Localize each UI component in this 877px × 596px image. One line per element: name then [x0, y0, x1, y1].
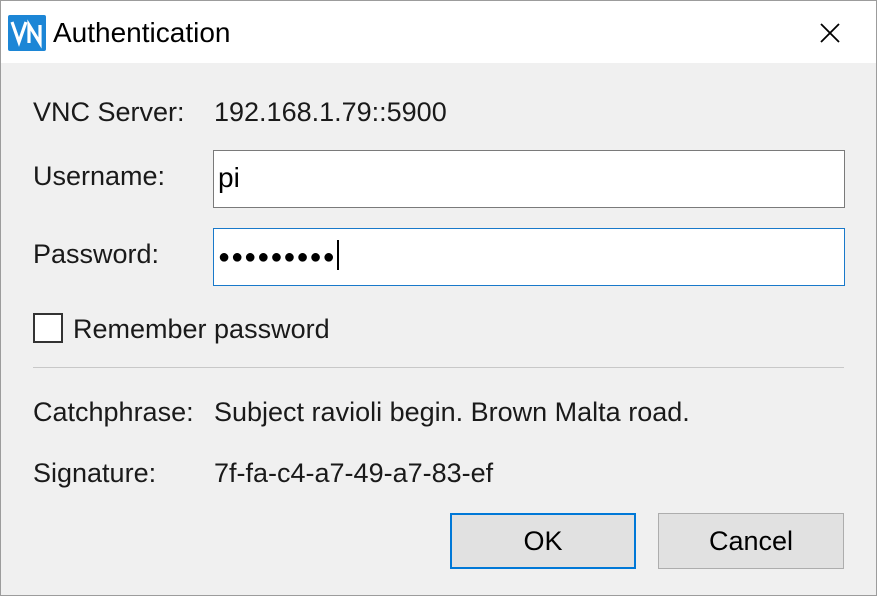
remember-password-checkbox[interactable] — [33, 313, 63, 343]
catchphrase-value: Subject ravioli begin. Brown Malta road. — [214, 397, 690, 427]
server-value: 192.168.1.79::5900 — [214, 97, 447, 127]
text-caret — [336, 239, 339, 270]
username-value: pi — [218, 162, 240, 193]
password-input[interactable]: ●●●●●●●●● — [213, 228, 845, 286]
window-title: Authentication — [53, 17, 231, 48]
server-label: VNC Server: — [33, 97, 185, 127]
vnc-logo-icon — [8, 15, 46, 51]
password-label: Password: — [33, 239, 160, 269]
divider — [33, 367, 844, 368]
password-masked-value: ●●●●●●●●● — [218, 246, 336, 268]
username-input[interactable]: pi — [213, 150, 845, 208]
remember-password-label[interactable]: Remember password — [73, 314, 330, 344]
username-label: Username: — [33, 161, 166, 191]
authentication-dialog: Authentication VNC Server: 192.168.1.79:… — [0, 0, 877, 596]
signature-value: 7f-fa-c4-a7-49-a7-83-ef — [214, 458, 494, 488]
signature-label: Signature: — [33, 458, 157, 488]
cancel-button[interactable]: Cancel — [658, 513, 844, 569]
ok-button[interactable]: OK — [450, 513, 636, 569]
catchphrase-label: Catchphrase: — [33, 397, 194, 427]
close-button[interactable] — [807, 13, 853, 53]
title-bar[interactable]: Authentication — [1, 1, 876, 63]
close-icon — [820, 23, 840, 43]
